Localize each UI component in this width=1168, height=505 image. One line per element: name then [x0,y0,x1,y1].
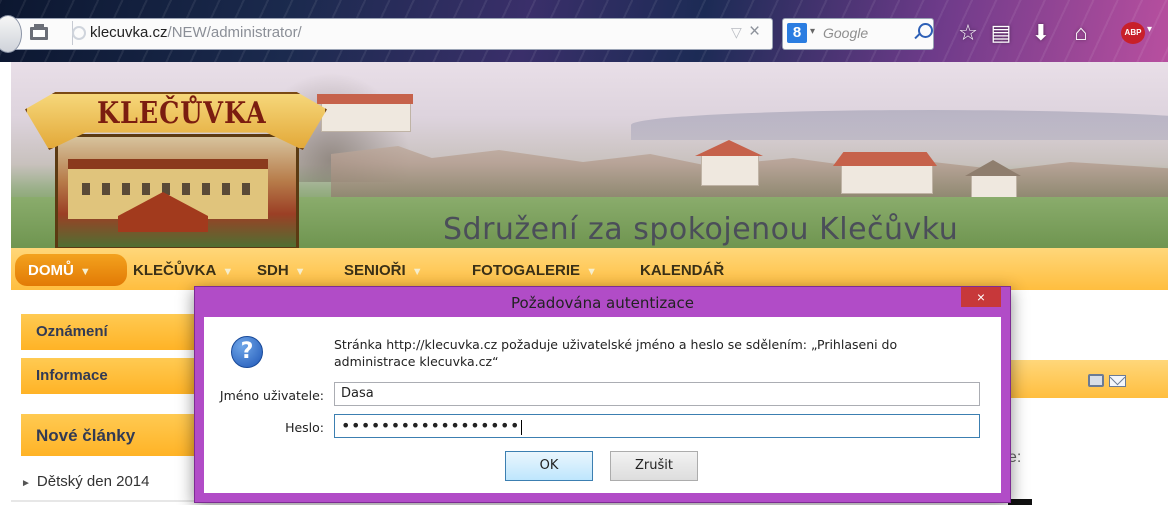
downloads-icon[interactable]: ⬇ [1028,20,1054,46]
nav-item-fotogalerie[interactable]: FOTOGALERIE ▼ [472,262,597,279]
nav-item-label: DOMŮ [28,262,74,279]
site-logo[interactable]: KLEČŮVKA [25,82,327,248]
search-icon[interactable] [918,23,933,38]
url-host: klecuvka.cz [90,24,168,41]
question-icon: ? [231,336,263,368]
banner-mountains [631,110,1168,140]
auth-dialog: Požadována autentizace × ? Stránka http:… [194,286,1011,503]
username-label: Jméno uživatele: [219,388,324,403]
nav-item-kalendar[interactable]: KALENDÁŘ [640,262,724,279]
triangle-right-icon: ► [21,478,31,489]
password-label: Heslo: [285,420,324,435]
url-path: /NEW/administrator/ [167,24,302,41]
url-text[interactable]: klecuvka.cz/NEW/administrator/ [90,24,302,41]
site-header-banner: Sdružení za spokojenou Klečůvku KLEČŮVKA [11,62,1168,248]
browser-toolbar: klecuvka.cz/NEW/administrator/ ▽ × 8 ▾ G… [0,0,1168,62]
text-cursor [520,420,522,435]
nav-item-label: SENIOŘI [344,262,406,279]
print-icon[interactable] [1088,374,1104,387]
password-mask: •••••••••••••••••• [341,416,520,435]
search-engine-caret-icon[interactable]: ▾ [810,26,815,37]
adblock-caret-icon[interactable]: ▾ [1147,24,1152,35]
site-identity-icon[interactable] [72,26,86,40]
bookmark-star-icon[interactable]: ☆ [955,20,981,46]
email-icon[interactable] [1109,375,1126,387]
stop-icon[interactable]: × [749,21,760,43]
nav-item-label: KALENDÁŘ [640,262,725,279]
username-field[interactable]: Dasa [334,382,980,406]
nav-item-label: FOTOGALERIE [472,262,581,279]
chevron-down-icon: ▼ [586,266,597,278]
nav-item-label: KLEČŮVKA [133,262,217,279]
search-box[interactable]: 8 ▾ Google [782,18,934,50]
main-nav: DOMŮ ▼ KLEČŮVKA ▼ SDH ▼ SENIOŘI ▼ FOTOGALERI… [11,248,1168,290]
article-link[interactable]: ► Dětský den 2014 [21,473,149,490]
new-articles-heading-label: Nové články [36,426,136,445]
home-icon[interactable]: ⌂ [1068,20,1094,46]
bookmarks-menu-icon[interactable]: ▤ [988,20,1014,46]
password-field[interactable]: •••••••••••••••••• [334,414,980,438]
tab-groups-icon[interactable] [30,24,50,42]
new-articles-heading: Nové články [21,414,196,456]
nav-item-klecuvka[interactable]: KLEČŮVKA ▼ [133,262,233,279]
banner-roof [317,94,413,104]
dialog-title: Požadována autentizace [511,294,694,312]
search-placeholder: Google [823,25,869,41]
address-bar[interactable]: klecuvka.cz/NEW/administrator/ ▽ × [0,15,773,53]
nav-item-domu[interactable]: DOMŮ ▼ [28,262,91,279]
nav-item-label: SDH [257,262,289,279]
nav-item-sdh[interactable]: SDH ▼ [257,262,306,279]
address-separator [56,21,73,45]
sidebar-item-label: Informace [36,367,108,384]
banner-house [841,164,933,194]
adblock-plus-icon[interactable]: ABP [1121,22,1145,44]
logo-photo [55,134,299,248]
url-dropdown-icon[interactable]: ▽ [731,24,742,41]
chevron-down-icon: ▼ [294,266,306,278]
banner-chateau [321,102,411,132]
chevron-down-icon: ▼ [79,266,91,278]
sidebar-divider [11,500,196,502]
logo-text: KLEČŮVKA [97,96,267,131]
ok-button[interactable]: OK [505,451,593,481]
site-slogan: Sdružení za spokojenou Klečůvku [443,212,959,247]
cancel-button[interactable]: Zrušit [610,451,698,481]
chevron-down-icon: ▼ [222,266,234,278]
banner-roof [833,152,937,166]
chevron-down-icon: ▼ [411,266,423,278]
dialog-body: ? Stránka http://klecuvka.cz požaduje už… [204,317,1001,493]
back-button[interactable] [0,15,22,53]
article-link-label: Dětský den 2014 [36,473,150,490]
dialog-message: Stránka http://klecuvka.cz požaduje uživ… [334,337,898,369]
sidebar-item-label: Oznámení [36,323,108,340]
google-search-engine-icon[interactable]: 8 [787,23,807,43]
sidebar-item-informace[interactable]: Informace [21,358,196,394]
content-dark-element [1008,499,1032,505]
banner-roof [695,140,763,156]
banner-house [701,154,759,186]
sidebar-item-oznameni[interactable]: Oznámení [21,314,196,350]
close-button[interactable]: × [961,287,1001,307]
nav-item-seniori[interactable]: SENIOŘI ▼ [344,262,423,279]
